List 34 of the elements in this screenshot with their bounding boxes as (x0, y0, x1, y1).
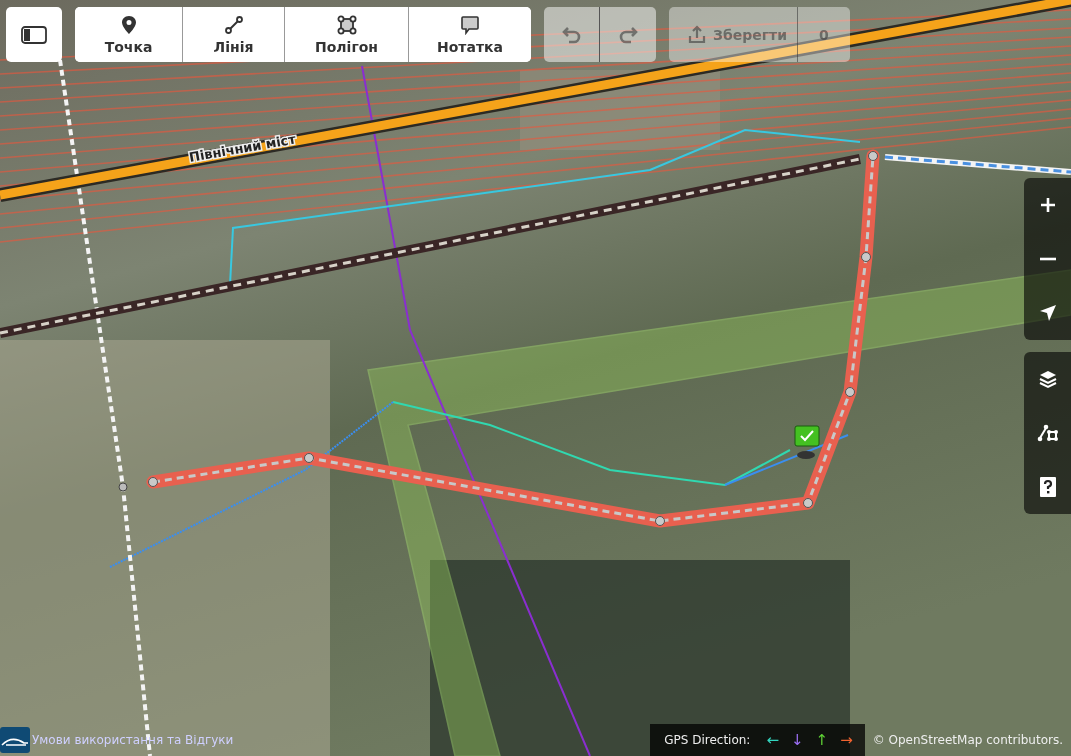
map-pin-icon (119, 14, 138, 35)
polygon-icon (336, 14, 357, 35)
rail-line[interactable] (0, 99, 1071, 201)
plus-icon (1038, 196, 1057, 214)
direction-arrow: ← (766, 731, 779, 749)
line-icon (223, 14, 244, 35)
location-arrow-icon (1038, 304, 1057, 322)
direction-arrow: → (840, 731, 853, 749)
gps-label: GPS Direction: (664, 733, 751, 747)
minus-icon (1038, 257, 1057, 261)
rail-line[interactable] (0, 117, 1071, 229)
upload-icon (687, 24, 707, 45)
service-road-line[interactable] (884, 154, 1071, 175)
logo-icon (0, 727, 30, 753)
road-label: Північний міст (187, 131, 297, 165)
gps-track[interactable] (392, 401, 791, 487)
rail-line[interactable] (0, 108, 1071, 215)
highway-line[interactable] (0, 0, 1071, 202)
sidebar-toggle-button[interactable] (6, 7, 62, 62)
direction-arrow: ↓ (791, 731, 804, 749)
layers-icon (1037, 369, 1058, 389)
vertex-marker[interactable] (118, 482, 128, 492)
rail-line[interactable] (0, 126, 1071, 243)
path-line[interactable] (724, 434, 849, 486)
boundary-line[interactable] (361, 65, 591, 756)
sidebar-icon (21, 25, 47, 44)
speech-bubble-icon (460, 14, 480, 35)
validation-pin-icon[interactable] (794, 425, 820, 459)
rail-line[interactable] (0, 81, 1071, 173)
attribution-text: © OpenStreetMap contributors. (871, 733, 1064, 747)
map-data-icon (1036, 423, 1059, 443)
mode-button[interactable]: Точка (75, 7, 183, 62)
direction-arrow: ↑ (815, 731, 829, 749)
edit-count: 0 (818, 26, 830, 43)
